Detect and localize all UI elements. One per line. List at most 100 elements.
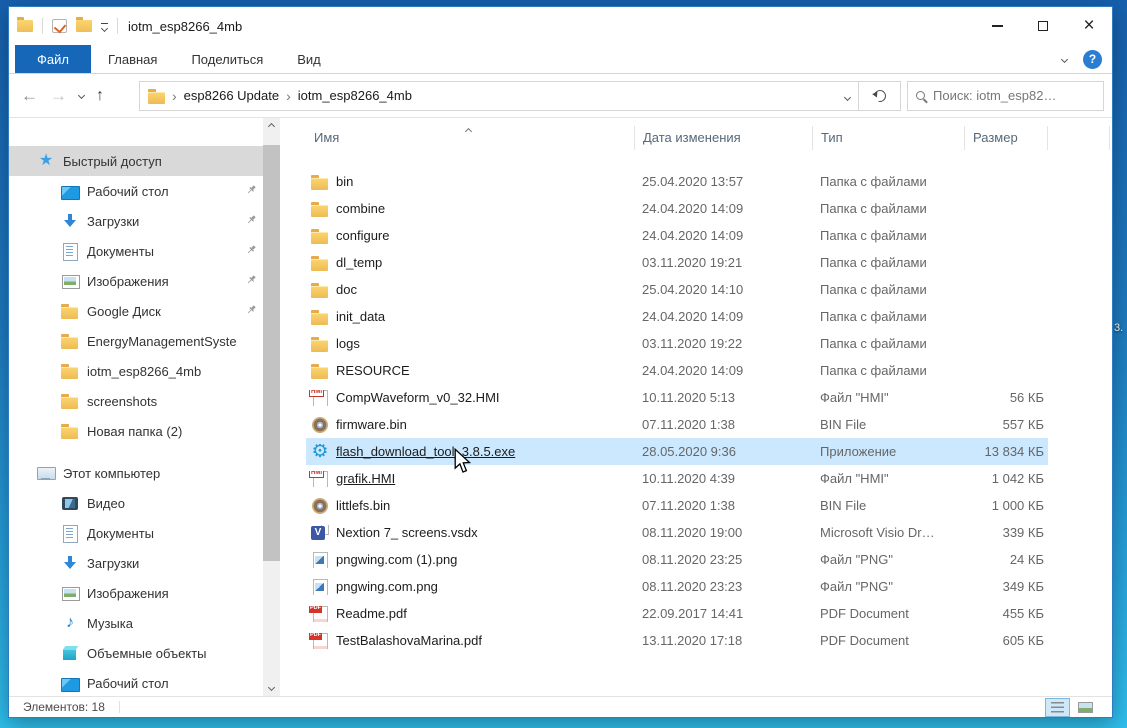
tab-view[interactable]: Вид [280, 45, 338, 73]
scroll-down-arrow[interactable] [263, 679, 280, 696]
sidebar-item[interactable]: Изображения [9, 578, 263, 608]
file-date: 24.04.2020 14:09 [634, 309, 812, 324]
properties-check-icon[interactable] [52, 19, 67, 33]
sidebar-item[interactable]: Рабочий стол [9, 176, 263, 206]
refresh-button[interactable] [859, 81, 901, 111]
scrollbar-thumb[interactable] [263, 145, 280, 561]
sidebar-item-label: screenshots [87, 394, 237, 409]
close-button[interactable]: × [1066, 7, 1112, 45]
table-row[interactable]: configure 24.04.2020 14:09 Папка с файла… [306, 222, 1048, 249]
sidebar-item-label: Рабочий стол [87, 676, 237, 691]
table-row[interactable]: init_data 24.04.2020 14:09 Папка с файла… [306, 303, 1048, 330]
file-date: 24.04.2020 14:09 [634, 363, 812, 378]
sidebar-item[interactable]: Google Диск [9, 296, 263, 326]
table-row[interactable]: Nextion 7_ screens.vsdx 08.11.2020 19:00… [306, 519, 1048, 546]
view-toggle-buttons [1045, 698, 1112, 717]
sidebar-item-icon [61, 183, 79, 199]
table-row[interactable]: dl_temp 03.11.2020 19:21 Папка с файлами [306, 249, 1048, 276]
sidebar-item-label: Загрузки [87, 556, 237, 571]
file-icon [311, 525, 329, 541]
new-folder-icon[interactable] [76, 20, 92, 32]
back-button[interactable]: ← [21, 86, 38, 106]
sidebar-item-label: Музыка [87, 616, 237, 631]
sidebar-item-icon [61, 303, 79, 319]
table-row[interactable]: TestBalashovaMarina.pdf 13.11.2020 17:18… [306, 627, 1048, 654]
address-bar[interactable]: › esp8266 Update › iotm_esp8266_4mb [139, 81, 859, 111]
table-row[interactable]: doc 25.04.2020 14:10 Папка с файлами [306, 276, 1048, 303]
search-input[interactable] [933, 88, 1095, 103]
pin-icon [245, 214, 257, 229]
sidebar-item-icon [61, 585, 79, 601]
column-header-size[interactable]: Размер [964, 126, 1048, 150]
table-row[interactable]: firmware.bin 07.11.2020 1:38 BIN File 55… [306, 411, 1048, 438]
ribbon-tabs: Файл Главная Поделиться Вид ? [9, 45, 1112, 74]
tab-file[interactable]: Файл [15, 45, 91, 73]
table-row[interactable]: grafik.HMI 10.11.2020 4:39 Файл "HMI" 1 … [306, 465, 1048, 492]
sidebar-item[interactable]: Объемные объекты [9, 638, 263, 668]
table-row[interactable]: CompWaveform_v0_32.HMI 10.11.2020 5:13 Ф… [306, 384, 1048, 411]
thumbnails-view-button[interactable] [1073, 698, 1098, 717]
file-date: 07.11.2020 1:38 [634, 417, 812, 432]
file-type: Папка с файлами [812, 228, 964, 243]
sidebar-item[interactable]: EnergyManagementSystemN [9, 326, 263, 356]
sidebar-item[interactable]: Видео [9, 488, 263, 518]
table-row[interactable]: flash_download_tool_3.8.5.exe 28.05.2020… [306, 438, 1048, 465]
up-button[interactable]: ↑ [96, 87, 104, 105]
table-row[interactable]: pngwing.com.png 08.11.2020 23:23 Файл "P… [306, 573, 1048, 600]
table-row[interactable]: Readme.pdf 22.09.2017 14:41 PDF Document… [306, 600, 1048, 627]
sidebar-item-label: Видео [87, 496, 237, 511]
breadcrumb-current[interactable]: iotm_esp8266_4mb [298, 88, 412, 103]
pin-icon [245, 244, 257, 259]
sidebar-item[interactable]: Документы [9, 236, 263, 266]
table-row[interactable]: bin 25.04.2020 13:57 Папка с файлами [306, 168, 1048, 195]
scroll-up-arrow[interactable] [263, 118, 280, 135]
file-icon [311, 255, 329, 271]
maximize-button[interactable] [1020, 7, 1066, 45]
sidebar-item[interactable]: Быстрый доступ [9, 146, 263, 176]
table-row[interactable]: combine 24.04.2020 14:09 Папка с файлами [306, 195, 1048, 222]
column-header-type[interactable]: Тип [812, 126, 964, 150]
tab-share[interactable]: Поделиться [174, 45, 280, 73]
separator [42, 18, 43, 34]
table-row[interactable]: pngwing.com (1).png 08.11.2020 23:25 Фай… [306, 546, 1048, 573]
maximize-icon [1038, 21, 1048, 31]
details-view-button[interactable] [1045, 698, 1070, 717]
help-button[interactable]: ? [1083, 50, 1102, 69]
column-header-spacer [1048, 126, 1110, 150]
sidebar-item[interactable]: Рабочий стол [9, 668, 263, 696]
tab-home[interactable]: Главная [91, 45, 174, 73]
file-type: Файл "PNG" [812, 579, 964, 594]
qat-customize-chevron-icon[interactable] [101, 21, 108, 31]
column-header-name[interactable]: Имя [306, 126, 634, 150]
sidebar-item[interactable]: Музыка [9, 608, 263, 638]
file-type: Файл "HMI" [812, 390, 964, 405]
table-row[interactable]: logs 03.11.2020 19:22 Папка с файлами [306, 330, 1048, 357]
file-name: firmware.bin [336, 417, 407, 432]
forward-button[interactable]: → [50, 86, 67, 106]
column-header-date[interactable]: Дата изменения [634, 126, 812, 150]
sidebar-item[interactable]: Изображения [9, 266, 263, 296]
file-icon [311, 174, 329, 190]
sidebar-item[interactable]: Документы [9, 518, 263, 548]
window-body: Быстрый доступ Рабочий стол Загрузки [9, 118, 1112, 696]
sidebar-item[interactable]: screenshots [9, 386, 263, 416]
ribbon-collapse-chevron-icon[interactable] [1061, 55, 1068, 62]
sidebar-item-label: Загрузки [87, 214, 237, 229]
sidebar-item[interactable]: iotm_esp8266_4mb [9, 356, 263, 386]
table-row[interactable]: littlefs.bin 07.11.2020 1:38 BIN File 1 … [306, 492, 1048, 519]
sidebar-item[interactable]: Этот компьютер [9, 458, 263, 488]
breadcrumb-parent[interactable]: esp8266 Update [184, 88, 279, 103]
sidebar-item[interactable]: Загрузки [9, 548, 263, 578]
thumbnails-view-icon [1078, 702, 1093, 713]
sidebar-item[interactable]: Новая папка (2) [9, 416, 263, 446]
minimize-button[interactable] [974, 7, 1020, 45]
table-row[interactable]: RESOURCE 24.04.2020 14:09 Папка с файлам… [306, 357, 1048, 384]
file-rows: bin 25.04.2020 13:57 Папка с файлами com… [306, 168, 1112, 654]
sidebar-item-label: Быстрый доступ [63, 154, 237, 169]
sidebar-scrollbar[interactable] [263, 118, 280, 696]
sidebar-item[interactable]: Загрузки [9, 206, 263, 236]
recent-locations-chevron-icon[interactable] [78, 92, 85, 99]
file-size: 557 КБ [964, 417, 1048, 432]
file-date: 03.11.2020 19:21 [634, 255, 812, 270]
address-dropdown-chevron-icon[interactable] [845, 87, 850, 105]
